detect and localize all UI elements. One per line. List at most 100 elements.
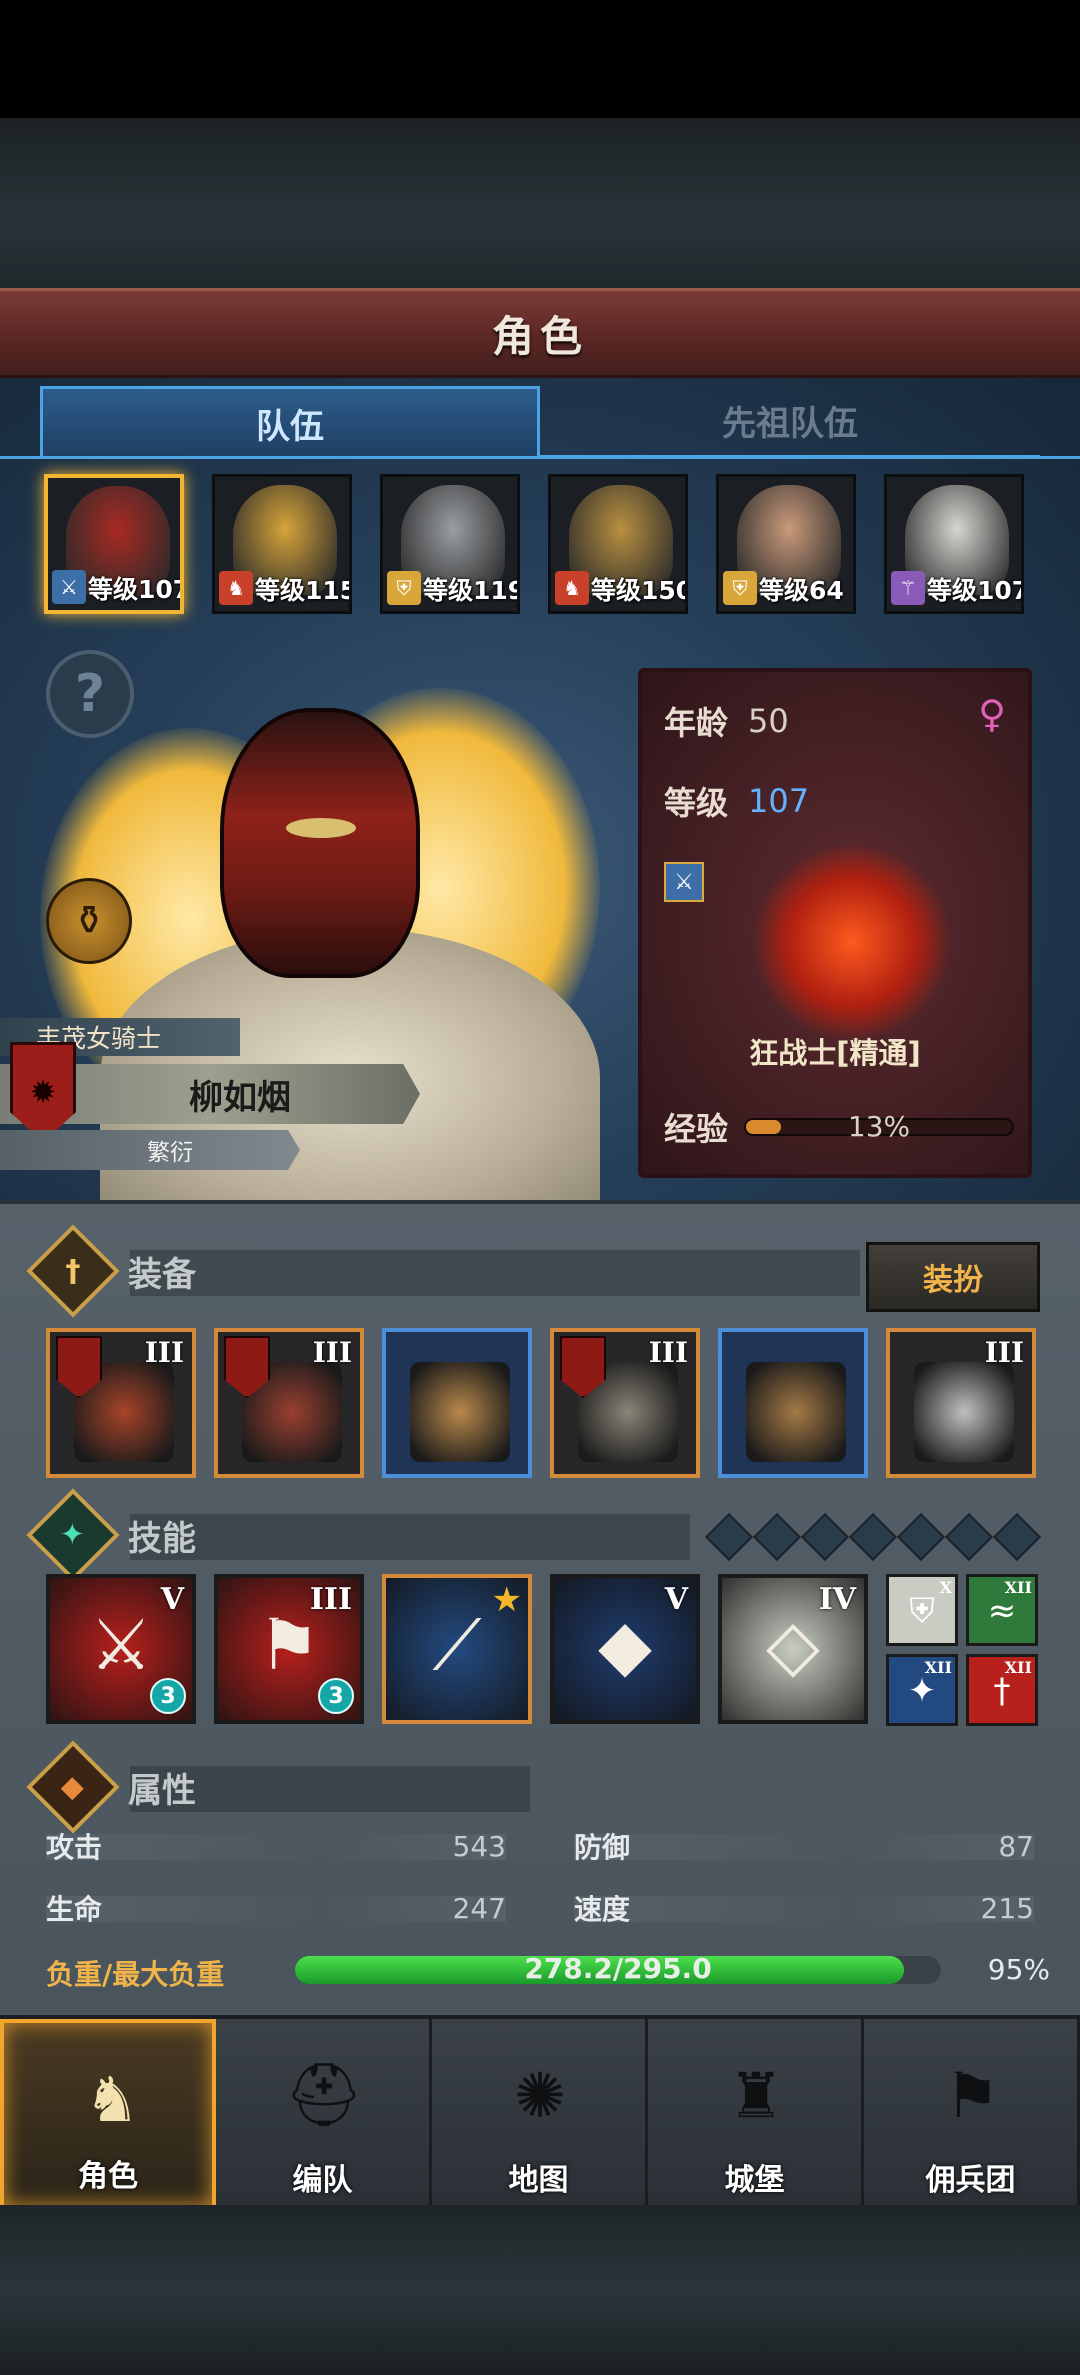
nav-item[interactable]: ⚑ 佣兵团 xyxy=(864,2019,1080,2209)
stat-value: 247 xyxy=(452,1891,506,1925)
tier-label: III xyxy=(309,1582,352,1617)
stat-label: 攻击 xyxy=(46,1831,103,1864)
load-bar: 278.2/295.0 xyxy=(295,1952,941,1985)
level-row: 等级 107 xyxy=(664,778,809,824)
party-member-portrait[interactable]: ⛨ 等级119 xyxy=(380,474,520,614)
class-emblem[interactable] xyxy=(752,842,952,1042)
skill-point-pip xyxy=(752,1512,802,1562)
skill-charge-badge: 3 xyxy=(318,1678,354,1714)
tier-label: III xyxy=(984,1336,1024,1369)
helmet-eyes xyxy=(286,818,356,838)
nav-item[interactable]: ♜ 城堡 xyxy=(648,2019,864,2209)
portrait-level: 等级64 xyxy=(759,576,844,605)
stat-value: 543 xyxy=(452,1829,506,1863)
equipment-slot[interactable]: III xyxy=(46,1328,196,1478)
tier-label: XII xyxy=(1004,1658,1032,1677)
tier-label: III xyxy=(312,1336,352,1369)
portrait-level: 等级119 xyxy=(423,576,520,605)
hero-info-card: 年龄 50 ♀ 等级 107 ⚔ 狂战士[精通] 经验 13% xyxy=(638,668,1032,1178)
equipment-item-art xyxy=(746,1362,846,1462)
passive-skill-slot[interactable]: ≈ XII xyxy=(966,1574,1038,1646)
equip-header-line xyxy=(130,1250,860,1296)
nav-label: 城堡 xyxy=(724,2163,785,2198)
age-label: 年龄 xyxy=(664,704,729,742)
skill-charge-badge: 3 xyxy=(150,1678,186,1714)
exp-label: 经验 xyxy=(664,1110,729,1148)
shield-icon: ⛨ xyxy=(723,571,757,605)
sword-class-icon: ⚔ xyxy=(664,862,704,902)
load-value: 278.2/295.0 xyxy=(524,1952,712,1985)
skills-label: 技能 xyxy=(128,1518,196,1559)
stat-defense: 防御 87 xyxy=(574,1826,1034,1866)
attributes-label: 属性 xyxy=(128,1770,196,1811)
tab-team[interactable]: 队伍 xyxy=(40,386,540,458)
skill-point-pip xyxy=(992,1512,1042,1562)
attr-section-icon: ◆ xyxy=(26,1740,120,1834)
class-name: 狂战士[精通] xyxy=(749,1036,921,1070)
page-title: 角色 xyxy=(491,311,588,361)
nav-label: 佣兵团 xyxy=(925,2163,1016,2198)
party-member-portrait[interactable]: ⚚ 等级107 xyxy=(884,474,1024,614)
equipment-slot[interactable]: III xyxy=(214,1328,364,1478)
skill-slot[interactable]: ⟋ ★ xyxy=(382,1574,532,1724)
party-member-portrait[interactable]: ⚔ 等级107 xyxy=(44,474,184,614)
details-panel: † 装备 装扮 III III III III ✦ 技能 ⚔ V 3 ⚑ III 3 ⟋ ★ ◆ V ◇ I… xyxy=(0,1200,1080,2020)
status-area xyxy=(0,0,1080,118)
stat-value: 215 xyxy=(980,1891,1034,1925)
tier-label: III xyxy=(144,1336,184,1369)
passive-skill-slot[interactable]: ⛨ X xyxy=(886,1574,958,1646)
stat-health: 生命 247 xyxy=(46,1888,506,1928)
passive-skill-icon: ✦ xyxy=(907,1671,937,1711)
nav-item[interactable]: ✺ 地图 xyxy=(432,2019,648,2209)
party-portraits: ⚔ 等级107 ♞ 等级115 ⛨ 等级119 ♞ 等级150 ⛨ 等级64 ⚚ 等级107 xyxy=(44,474,1044,614)
nav-item[interactable]: ♞ 角色 xyxy=(0,2019,216,2209)
load-percent: 95% xyxy=(987,1953,1050,1986)
portrait-level: 等级107 xyxy=(927,576,1024,605)
character-panel: 队伍 先祖队伍 ⚔ 等级107 ♞ 等级115 ⛨ 等级119 ♞ 等级150 ⛨ 等级64 ⚚ 等级… xyxy=(0,378,1080,1200)
tier-label: XII xyxy=(1004,1578,1032,1597)
skill-slot[interactable]: ⚔ V 3 xyxy=(46,1574,196,1724)
bottom-nav: ♞ 角色 ⛑ 编队 ✺ 地图 ♜ 城堡 ⚑ 佣兵团 xyxy=(0,2015,1080,2209)
horse-icon: ♞ xyxy=(219,571,253,605)
skills-header-line xyxy=(130,1514,690,1560)
load-label: 负重/最大负重 xyxy=(46,1958,225,1991)
portrait-level: 等级115 xyxy=(255,576,352,605)
level-label: 等级 xyxy=(664,784,729,822)
exp-row: 经验 13% xyxy=(664,1104,1015,1150)
passive-skill-icon: ≈ xyxy=(987,1591,1017,1631)
potion-icon[interactable]: ⚱ xyxy=(46,878,132,964)
portrait-level: 等级150 xyxy=(591,576,688,605)
party-member-portrait[interactable]: ⛨ 等级64 xyxy=(716,474,856,614)
passive-skill-slot[interactable]: ✦ XII xyxy=(886,1654,958,1726)
passive-skill-slot[interactable]: † XII xyxy=(966,1654,1038,1726)
equipment-slot[interactable]: III xyxy=(550,1328,700,1478)
dress-up-button[interactable]: 装扮 xyxy=(866,1242,1040,1312)
skill-slot[interactable]: ◆ V xyxy=(550,1574,700,1724)
skill-slot[interactable]: ⚑ III 3 xyxy=(214,1574,364,1724)
nav-label: 角色 xyxy=(78,2159,138,2194)
skills-header: ✦ 技能 xyxy=(26,1488,196,1582)
passive-skill-icon: ⛨ xyxy=(909,1591,935,1631)
exp-percent: 13% xyxy=(847,1110,911,1143)
tab-ancestor-team[interactable]: 先祖队伍 xyxy=(540,386,1040,458)
party-member-portrait[interactable]: ♞ 等级150 xyxy=(548,474,688,614)
compass-icon: ✺ xyxy=(514,2058,566,2132)
equipment-slot[interactable] xyxy=(382,1328,532,1478)
nav-item[interactable]: ⛑ 编队 xyxy=(216,2019,432,2209)
stat-speed: 速度 215 xyxy=(574,1888,1034,1928)
portrait-level: 等级107 xyxy=(88,575,184,604)
tier-label: IV xyxy=(818,1582,856,1617)
tier-label: X xyxy=(939,1578,952,1597)
castle-icon: ♜ xyxy=(728,2058,784,2132)
skill-point-pip xyxy=(848,1512,898,1562)
staff-icon: ⚚ xyxy=(891,571,925,605)
red-helmet xyxy=(220,708,420,978)
skill-slot[interactable]: ◇ IV xyxy=(718,1574,868,1724)
equip-label: 装备 xyxy=(128,1254,196,1295)
party-member-portrait[interactable]: ♞ 等级115 xyxy=(212,474,352,614)
star-icon: ★ xyxy=(491,1580,522,1620)
equipment-slot[interactable]: III xyxy=(886,1328,1036,1478)
equipment-slot[interactable] xyxy=(718,1328,868,1478)
banner-icon: ⚑ xyxy=(944,2058,1000,2132)
title-bar: 角色 xyxy=(0,288,1080,378)
